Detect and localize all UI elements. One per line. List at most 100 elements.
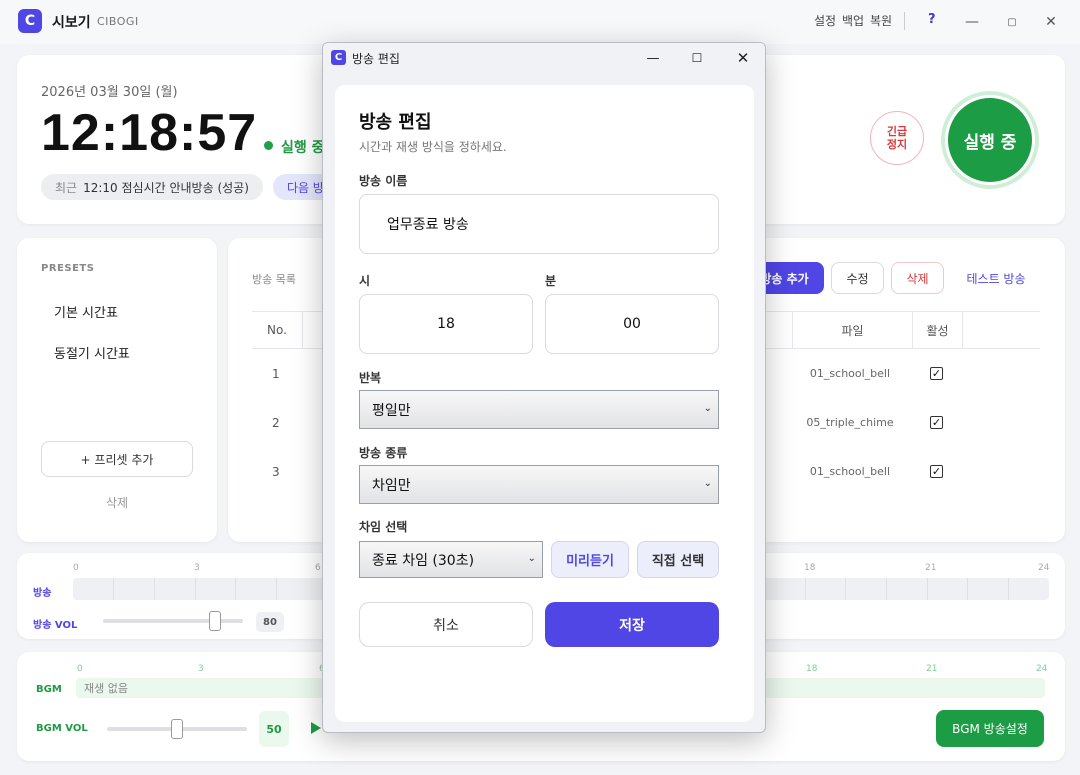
timeline-gridline bbox=[154, 578, 155, 600]
column-divider bbox=[302, 312, 303, 348]
add-preset-button[interactable]: + 프리셋 추가 bbox=[41, 441, 193, 477]
chevron-down-icon: ⌄ bbox=[703, 403, 712, 414]
edit-broadcast-dialog: C 방송 편집 — ☐ ✕ 방송 편집 시간과 재생 방식을 정하세요. 방송 … bbox=[322, 42, 766, 733]
column-header-no[interactable]: No. bbox=[252, 312, 302, 348]
cancel-button[interactable]: 취소 bbox=[359, 602, 533, 647]
running-dot-icon bbox=[264, 141, 273, 150]
minimize-icon[interactable]: — bbox=[960, 10, 984, 34]
dialog-maximize-icon[interactable]: ☐ bbox=[687, 48, 707, 68]
preset-item-winter[interactable]: 동절기 시간표 bbox=[54, 343, 130, 362]
emergency-stop-button[interactable]: 긴급 정지 bbox=[870, 111, 924, 165]
delete-broadcast-button[interactable]: 삭제 bbox=[891, 262, 944, 294]
repeat-label: 반복 bbox=[359, 371, 382, 385]
timeline-tick: 6 bbox=[315, 563, 321, 573]
chime-label: 차임 선택 bbox=[359, 520, 408, 534]
bgm-tick: 0 bbox=[77, 664, 83, 674]
edit-broadcast-button[interactable]: 수정 bbox=[831, 262, 884, 294]
timeline-gridline bbox=[967, 578, 968, 600]
hour-label: 시 bbox=[359, 274, 371, 288]
row-2-no: 2 bbox=[272, 416, 280, 430]
preview-button[interactable]: 미리듣기 bbox=[551, 541, 629, 578]
timeline-tick: 24 bbox=[1038, 563, 1050, 573]
bgm-tick: 18 bbox=[806, 664, 818, 674]
bgm-volume-label: BGM VOL bbox=[36, 723, 88, 734]
menu-settings[interactable]: 설정 bbox=[814, 12, 836, 29]
timeline-gridline bbox=[235, 578, 236, 600]
bgm-settings-button[interactable]: BGM 방송설정 bbox=[936, 710, 1044, 747]
row-2-file: 05_triple_chime bbox=[806, 416, 894, 429]
repeat-select[interactable]: 평일만 ⌄ bbox=[359, 390, 719, 429]
column-divider bbox=[962, 312, 963, 348]
bgm-timeline-label: BGM bbox=[36, 684, 62, 695]
name-input[interactable]: 업무종료 방송 bbox=[359, 194, 719, 254]
hour-input[interactable]: 18 bbox=[359, 294, 533, 354]
broadcast-timeline-label: 방송 bbox=[33, 588, 52, 599]
minute-input[interactable]: 00 bbox=[545, 294, 719, 354]
row-1-active-checkbox[interactable]: ✓ bbox=[930, 367, 943, 380]
recent-value: 12:10 점심시간 안내방송 (성공) bbox=[83, 180, 249, 195]
app-title: 시보기 bbox=[52, 15, 91, 31]
timeline-gridline bbox=[805, 578, 806, 600]
chevron-down-icon: ⌄ bbox=[527, 553, 536, 564]
timeline-gridline bbox=[886, 578, 887, 600]
run-button-ring: 실행 중 bbox=[941, 91, 1039, 189]
type-label: 방송 종류 bbox=[359, 446, 408, 460]
timeline-gridline bbox=[1008, 578, 1009, 600]
menu-restore[interactable]: 복원 bbox=[870, 12, 892, 29]
timeline-gridline bbox=[195, 578, 196, 600]
emergency-stop-label: 긴급 정지 bbox=[886, 125, 908, 151]
row-1-file: 01_school_bell bbox=[809, 367, 891, 380]
dialog-minimize-icon[interactable]: — bbox=[643, 48, 663, 68]
broadcast-volume-thumb[interactable] bbox=[209, 611, 221, 631]
menu-backup[interactable]: 백업 bbox=[842, 12, 864, 29]
dialog-body: 방송 편집 시간과 재생 방식을 정하세요. 방송 이름 업무종료 방송 시 분… bbox=[335, 85, 754, 722]
dialog-window-title: 방송 편집 bbox=[352, 52, 400, 66]
bgm-tick: 3 bbox=[198, 664, 204, 674]
play-icon[interactable] bbox=[311, 722, 321, 734]
bgm-tick: 24 bbox=[1036, 664, 1048, 674]
maximize-icon[interactable]: ▢ bbox=[1000, 10, 1024, 34]
recent-broadcast-pill: 최근 12:10 점심시간 안내방송 (성공) bbox=[41, 174, 263, 200]
name-label: 방송 이름 bbox=[359, 174, 408, 188]
save-button[interactable]: 저장 bbox=[545, 602, 719, 647]
presets-title: PRESETS bbox=[41, 263, 95, 274]
type-select-value: 차임만 bbox=[372, 477, 411, 494]
current-date: 2026년 03월 30일 (월) bbox=[41, 85, 178, 100]
timeline-gridline bbox=[927, 578, 928, 600]
timeline-tick: 0 bbox=[73, 563, 79, 573]
title-bar: C 시보기 CIBOGI 설정 백업 복원 ? — ▢ ✕ bbox=[0, 0, 1080, 44]
timeline-gridline bbox=[276, 578, 277, 600]
bgm-volume-thumb[interactable] bbox=[171, 719, 183, 739]
column-header-file[interactable]: 파일 bbox=[793, 312, 912, 348]
row-2-active-checkbox[interactable]: ✓ bbox=[930, 416, 943, 429]
broadcast-volume-value: 80 bbox=[256, 612, 284, 632]
current-time: 12:18:57 bbox=[41, 104, 258, 162]
timeline-gridline bbox=[113, 578, 114, 600]
app-subtitle: CIBOGI bbox=[97, 15, 139, 28]
broadcast-volume-label: 방송 VOL bbox=[33, 620, 78, 631]
timeline-gridline bbox=[845, 578, 846, 600]
type-select[interactable]: 차임만 ⌄ bbox=[359, 465, 719, 504]
schedule-title: 방송 목록 bbox=[252, 273, 296, 286]
broadcast-volume-slider[interactable] bbox=[103, 619, 243, 623]
repeat-select-value: 평일만 bbox=[372, 402, 411, 419]
column-header-active[interactable]: 활성 bbox=[913, 312, 962, 348]
custom-select-button[interactable]: 직접 선택 bbox=[637, 541, 719, 578]
dialog-close-icon[interactable]: ✕ bbox=[733, 48, 753, 68]
run-toggle-button[interactable]: 실행 중 bbox=[945, 95, 1035, 185]
delete-preset-button[interactable]: 삭제 bbox=[17, 494, 217, 511]
row-1-no: 1 bbox=[272, 367, 280, 381]
recent-label: 최근 bbox=[55, 180, 78, 195]
chime-select-value: 종료 차임 (30초) bbox=[372, 552, 475, 569]
preset-item-basic[interactable]: 기본 시간표 bbox=[54, 302, 118, 321]
close-icon[interactable]: ✕ bbox=[1039, 10, 1063, 34]
row-3-file: 01_school_bell bbox=[809, 465, 891, 478]
chime-select[interactable]: 종료 차임 (30초) ⌄ bbox=[359, 541, 543, 578]
timeline-tick: 3 bbox=[194, 563, 200, 573]
row-3-active-checkbox[interactable]: ✓ bbox=[930, 465, 943, 478]
timeline-tick: 21 bbox=[925, 563, 937, 573]
row-3-no: 3 bbox=[272, 465, 280, 479]
test-broadcast-button[interactable]: 테스트 방송 bbox=[958, 262, 1034, 294]
dialog-title-bar: C 방송 편집 — ☐ ✕ bbox=[323, 43, 765, 73]
help-button[interactable]: ? bbox=[928, 12, 936, 27]
